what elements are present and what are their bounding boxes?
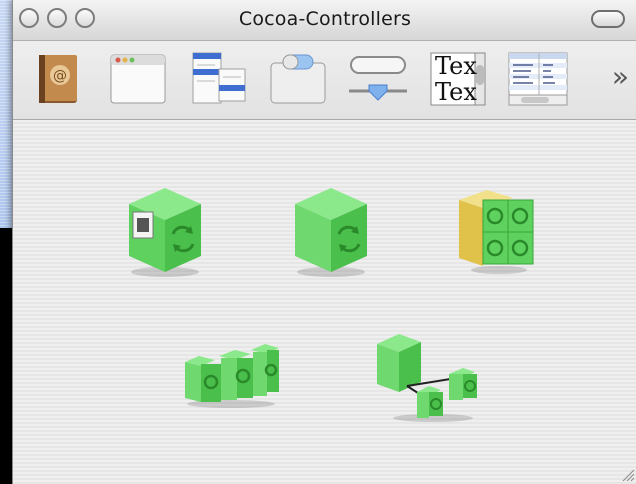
resize-grip-icon[interactable] (621, 468, 635, 482)
toolbar-overflow-button[interactable]: » (612, 63, 629, 91)
text-sample-top: Tex (435, 53, 477, 79)
palette-content (13, 120, 636, 484)
toolbar-item-window[interactable] (105, 47, 171, 111)
toolbar: @ Tex Tex » (13, 41, 636, 120)
toolbar-item-menus[interactable] (185, 47, 251, 111)
window-icon (110, 54, 166, 104)
user-defaults-controller-icon (377, 334, 477, 422)
toolbar-item-text[interactable]: Tex Tex (425, 47, 491, 111)
tree-controller-item[interactable] (453, 186, 543, 280)
address-book-icon: @ (39, 55, 77, 103)
toolbar-item-tab-view[interactable] (265, 47, 331, 111)
toolbar-item-data-table[interactable] (505, 47, 571, 111)
array-controller-item[interactable] (183, 340, 283, 414)
array-controller-icon (185, 344, 279, 408)
toolbar-item-address-book[interactable]: @ (25, 47, 91, 111)
toolbar-toggle-button[interactable] (591, 10, 625, 28)
object-controller-item[interactable] (117, 182, 213, 282)
tab-view-icon (270, 54, 326, 104)
object-controller-icon (129, 188, 201, 277)
generic-controller-item[interactable] (283, 182, 379, 282)
tree-controller-icon (459, 190, 534, 274)
title-bar[interactable]: Cocoa-Controllers (13, 0, 636, 41)
user-defaults-controller-item[interactable] (373, 330, 483, 430)
palette-window: Cocoa-Controllers @ Tex Tex » (12, 0, 636, 484)
window-title: Cocoa-Controllers (238, 8, 412, 30)
svg-text:@: @ (53, 68, 67, 84)
text-sample-bottom: Tex (435, 79, 477, 105)
toolbar-item-buttons-slider[interactable] (345, 47, 411, 111)
generic-controller-icon (295, 188, 367, 277)
buttons-slider-icon (349, 56, 407, 101)
data-table-icon (508, 52, 568, 106)
menus-icon (192, 52, 246, 104)
